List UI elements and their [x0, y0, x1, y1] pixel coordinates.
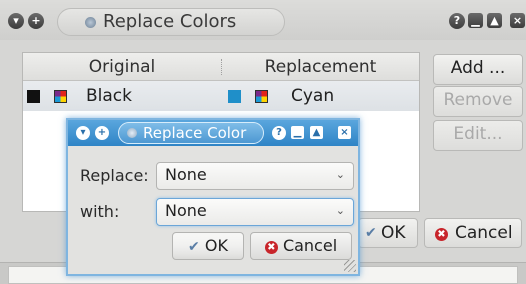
window-title-text: Replace Colors: [103, 11, 237, 32]
dialog-titlebar: ▾ + Replace Color ? ▁ ▲ ×: [68, 120, 358, 146]
replacement-color-swatch: [228, 90, 241, 103]
close-icon[interactable]: ×: [338, 126, 351, 139]
original-color-swatch: [27, 90, 40, 103]
dialog-ok-label: OK: [204, 236, 228, 255]
with-label: with:: [80, 202, 120, 221]
dialog-cancel-button[interactable]: ✖ Cancel: [250, 232, 352, 260]
dialog-ok-button[interactable]: ✔ OK: [172, 232, 244, 260]
column-header-replacement[interactable]: Replacement: [222, 53, 419, 81]
with-combo[interactable]: None ⌄: [156, 198, 354, 226]
check-icon: ✔: [188, 239, 200, 255]
ok-button[interactable]: ✔ OK: [358, 218, 418, 248]
add-button[interactable]: Add ...: [433, 54, 523, 85]
dialog-title-text: Replace Color: [143, 124, 247, 142]
palette-icon: [255, 90, 268, 103]
cancel-button-label: Cancel: [455, 223, 513, 243]
help-icon[interactable]: ?: [449, 13, 465, 29]
maximize-icon[interactable]: ▲: [310, 126, 323, 139]
window-menu-icon[interactable]: ▾: [76, 126, 90, 140]
cancel-button[interactable]: ✖ Cancel: [424, 218, 522, 248]
column-header-original[interactable]: Original: [23, 53, 221, 81]
keep-above-icon[interactable]: +: [28, 13, 44, 29]
resize-grip[interactable]: [344, 260, 356, 272]
app-icon: [85, 17, 96, 28]
replace-label: Replace:: [80, 166, 149, 185]
app-icon: [127, 128, 137, 138]
keep-above-icon[interactable]: +: [95, 126, 109, 140]
table-header: Original Replacement: [23, 53, 419, 81]
close-icon[interactable]: ×: [510, 13, 525, 28]
ok-button-label: OK: [381, 223, 406, 243]
window-title: Replace Colors: [57, 8, 285, 36]
cancel-icon: ✖: [435, 228, 448, 241]
dialog-title: Replace Color: [118, 122, 264, 144]
replacement-color-name: Cyan: [291, 86, 335, 106]
help-icon[interactable]: ?: [272, 126, 286, 140]
minimize-icon[interactable]: ▁: [468, 13, 483, 28]
replace-combo[interactable]: None ⌄: [156, 162, 354, 190]
chevron-down-icon: ⌄: [335, 168, 345, 181]
check-icon: ✔: [365, 225, 377, 241]
outer-titlebar: ▾ + Replace Colors ? ▁ ▲ ×: [0, 0, 526, 40]
window-menu-icon[interactable]: ▾: [8, 13, 24, 29]
replace-combo-value: None: [165, 165, 207, 184]
edit-button[interactable]: Edit...: [433, 120, 523, 151]
chevron-down-icon: ⌄: [335, 204, 345, 217]
dialog-cancel-label: Cancel: [282, 236, 338, 255]
original-color-name: Black: [86, 86, 132, 106]
with-combo-value: None: [165, 201, 207, 220]
table-row[interactable]: Black Cyan: [23, 81, 419, 111]
minimize-icon[interactable]: ▁: [291, 126, 304, 139]
maximize-icon[interactable]: ▲: [487, 13, 502, 28]
replace-color-dialog: ▾ + Replace Color ? ▁ ▲ × Replace: None …: [66, 118, 360, 276]
palette-icon: [54, 90, 67, 103]
cancel-icon: ✖: [264, 241, 278, 254]
remove-button[interactable]: Remove: [433, 86, 523, 117]
